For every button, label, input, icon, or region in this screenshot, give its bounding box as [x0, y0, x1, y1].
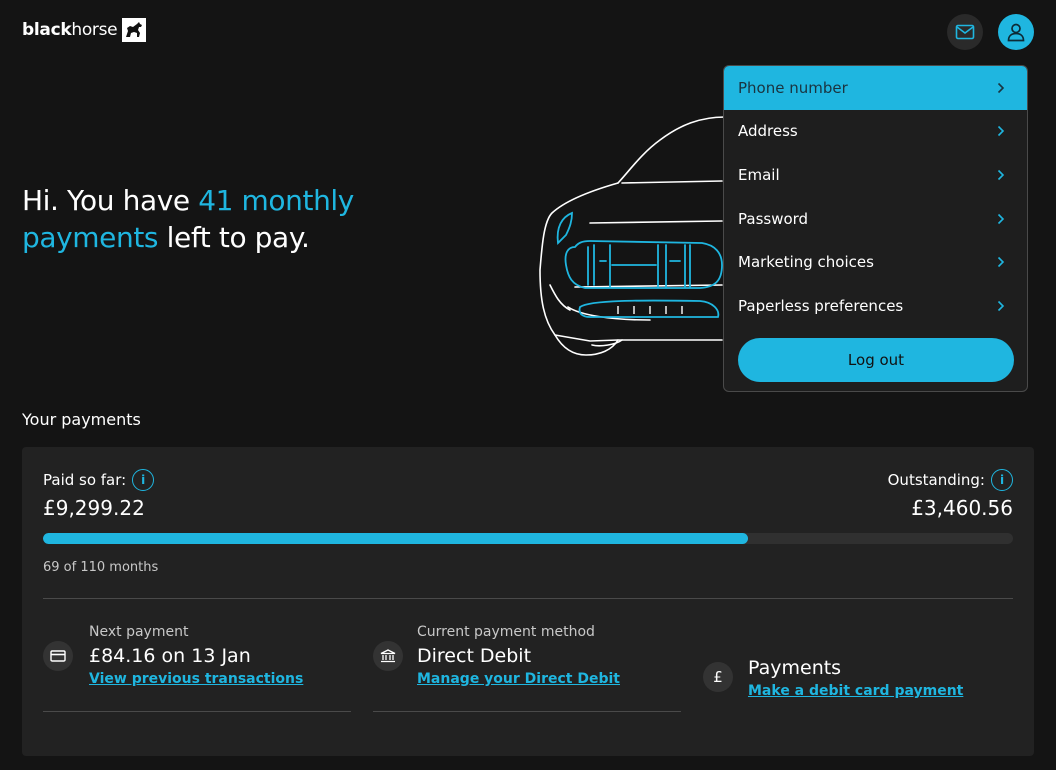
info-icon[interactable]: i	[991, 469, 1013, 491]
info-icon[interactable]: i	[132, 469, 155, 491]
card-icon	[43, 641, 73, 671]
divider	[43, 711, 351, 712]
menu-item-email[interactable]: Email	[724, 153, 1027, 197]
chevron-right-icon	[997, 256, 1005, 268]
payments-card: Paid so far: i £9,299.22 Outstanding: i …	[22, 447, 1034, 756]
brand-wordmark: blackhorse	[22, 20, 118, 40]
car-illustration	[539, 116, 726, 356]
payment-method-label: Current payment method	[417, 624, 595, 640]
outstanding-amount: £3,460.56	[911, 496, 1013, 520]
paid-so-far-label: Paid so far: i	[43, 469, 155, 491]
menu-item-marketing-choices[interactable]: Marketing choices	[724, 240, 1027, 284]
paid-so-far-amount: £9,299.22	[43, 496, 145, 520]
outstanding-label: Outstanding: i	[888, 469, 1013, 491]
months-progress-text: 69 of 110 months	[43, 560, 159, 575]
logout-button[interactable]: Log out	[738, 338, 1014, 382]
view-previous-transactions-link[interactable]: View previous transactions	[89, 671, 303, 687]
chevron-right-icon	[997, 125, 1005, 137]
payment-progress-bar	[43, 533, 1013, 544]
messages-button[interactable]	[947, 14, 983, 50]
payments-heading: Payments	[748, 657, 842, 679]
chevron-right-icon	[997, 169, 1005, 181]
mail-icon	[955, 24, 975, 40]
divider	[43, 598, 1013, 599]
brand-logo[interactable]: blackhorse	[22, 18, 147, 42]
menu-item-phone-number[interactable]: Phone number	[724, 66, 1027, 110]
horse-logo-icon	[122, 18, 147, 42]
payment-method-value: Direct Debit	[417, 645, 532, 667]
account-dropdown-menu: Phone number Address Email Password Mark…	[723, 65, 1028, 392]
chevron-right-icon	[997, 300, 1005, 312]
pound-icon: £	[703, 662, 733, 692]
menu-item-paperless-preferences[interactable]: Paperless preferences	[724, 284, 1027, 328]
menu-item-address[interactable]: Address	[724, 110, 1027, 154]
make-debit-card-payment-link[interactable]: Make a debit card payment	[748, 683, 963, 699]
menu-item-password[interactable]: Password	[724, 197, 1027, 241]
manage-direct-debit-link[interactable]: Manage your Direct Debit	[417, 671, 620, 687]
page: blackhorse Hi. You have 41 monthly payme…	[0, 0, 1056, 770]
divider	[373, 711, 681, 712]
user-icon	[1007, 23, 1025, 42]
chevron-right-icon	[997, 213, 1005, 225]
payment-progress-fill	[43, 533, 749, 544]
next-payment-value: £84.16 on 13 Jan	[89, 645, 251, 667]
hero-heading: Hi. You have 41 monthly payments left to…	[22, 184, 354, 254]
bank-icon	[373, 641, 403, 671]
next-payment-label: Next payment	[89, 624, 189, 640]
account-button[interactable]	[998, 14, 1034, 50]
payments-section-title: Your payments	[22, 410, 141, 429]
chevron-right-icon	[997, 82, 1005, 94]
